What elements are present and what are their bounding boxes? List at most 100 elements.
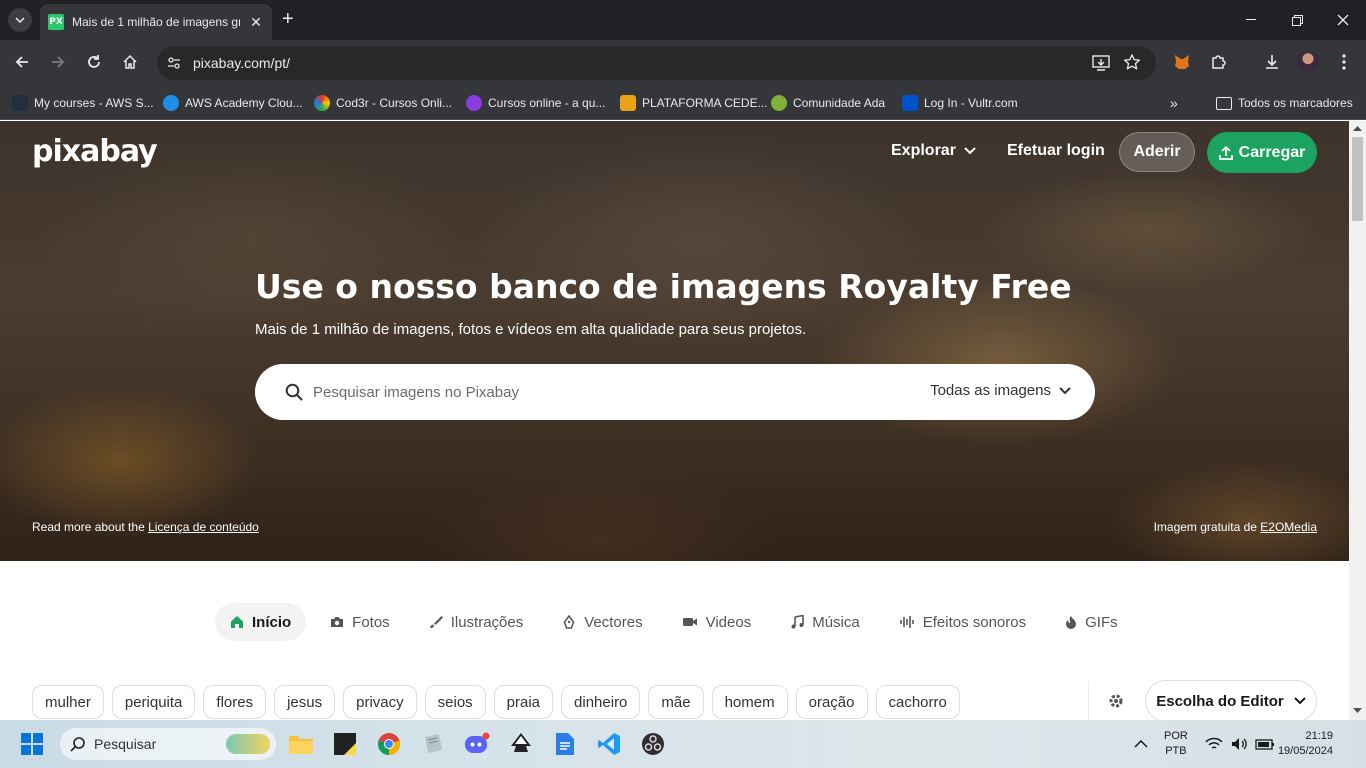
- upload-label: Carregar: [1238, 143, 1306, 161]
- tab-label: Fotos: [352, 613, 390, 631]
- system-tray[interactable]: [1205, 720, 1275, 768]
- tab-illustrations[interactable]: Ilustrações: [414, 603, 539, 641]
- browser-toolbar: pixabay.com/pt/: [0, 40, 1366, 86]
- tab-search-button[interactable]: [8, 8, 32, 32]
- bookmark-star-icon[interactable]: [1124, 54, 1140, 70]
- close-tab-icon[interactable]: ✕: [248, 14, 264, 31]
- bookmark-item[interactable]: My courses - AWS S...: [12, 93, 154, 113]
- forward-button[interactable]: [44, 48, 72, 76]
- scrollbar-thumb[interactable]: [1352, 137, 1363, 221]
- scroll-up-icon[interactable]: [1353, 125, 1362, 131]
- input-language[interactable]: POR PTB: [1164, 720, 1188, 768]
- volume-icon: [1232, 738, 1247, 750]
- bookmark-item[interactable]: Comunidade Ada: [771, 93, 885, 113]
- tab-home[interactable]: Início: [215, 603, 307, 641]
- category-tabs: Início Fotos Ilustrações Vectores Videos…: [215, 603, 1142, 641]
- credit-link[interactable]: E2OMedia: [1260, 520, 1317, 534]
- license-prefix: Read more about the: [32, 520, 145, 534]
- tag-chip[interactable]: periquita: [111, 685, 196, 719]
- scroll-down-icon[interactable]: [1353, 708, 1362, 714]
- minimize-button[interactable]: [1228, 0, 1274, 40]
- join-button[interactable]: Aderir: [1119, 132, 1195, 172]
- page-scrollbar[interactable]: [1349, 121, 1366, 720]
- menu-button[interactable]: [1330, 48, 1358, 76]
- image-type-label: Todas as imagens: [930, 382, 1051, 399]
- restore-button[interactable]: [1274, 0, 1320, 40]
- license-link[interactable]: Licença de conteúdo: [148, 520, 259, 534]
- tag-chip[interactable]: homem: [711, 685, 788, 719]
- home-button[interactable]: [116, 48, 144, 76]
- install-app-icon[interactable]: [1092, 55, 1110, 71]
- all-bookmarks-button[interactable]: Todos os marcadores: [1216, 93, 1353, 113]
- tab-videos[interactable]: Videos: [667, 603, 767, 641]
- inkscape-app[interactable]: [505, 728, 537, 760]
- bookmark-label: AWS Academy Clou...: [185, 96, 303, 110]
- tag-chip[interactable]: praia: [493, 685, 554, 719]
- extensions-button[interactable]: [1205, 48, 1233, 76]
- bookmark-item[interactable]: Cursos online - a qu...: [466, 93, 605, 113]
- file-explorer-app[interactable]: [285, 728, 317, 760]
- video-icon: [682, 618, 697, 626]
- profile-button[interactable]: [1294, 48, 1322, 76]
- note-icon: [334, 733, 356, 755]
- tag-chip[interactable]: mulher: [32, 685, 104, 719]
- cedet-icon: [620, 95, 636, 111]
- clock-date: 19/05/2024: [1277, 745, 1333, 757]
- tag-chip[interactable]: oração: [795, 685, 868, 719]
- downloads-button[interactable]: [1258, 48, 1286, 76]
- vscode-app[interactable]: [593, 728, 625, 760]
- reload-button[interactable]: [80, 48, 108, 76]
- tag-chip[interactable]: privacy: [343, 685, 417, 719]
- bookmark-item[interactable]: Log In - Vultr.com: [902, 93, 1018, 113]
- sticky-notes-app[interactable]: [329, 728, 361, 760]
- clock[interactable]: 21:19 19/05/2024: [1278, 720, 1333, 768]
- close-window-button[interactable]: [1320, 0, 1366, 40]
- avatar: [1297, 51, 1319, 73]
- tab-sound-effects[interactable]: Efeitos sonoros: [884, 603, 1041, 641]
- obs-app[interactable]: [637, 728, 669, 760]
- search-bar: Todas as imagens: [255, 364, 1095, 420]
- tag-chip[interactable]: flores: [203, 685, 267, 719]
- tab-music[interactable]: Música: [775, 603, 875, 641]
- back-button[interactable]: [8, 48, 36, 76]
- tab-vectors[interactable]: Vectores: [547, 603, 657, 641]
- metamask-extension-button[interactable]: [1168, 48, 1196, 76]
- new-tab-button[interactable]: +: [282, 9, 294, 29]
- gear-icon[interactable]: [1108, 693, 1124, 709]
- more-bookmarks-button[interactable]: »: [1170, 93, 1178, 113]
- start-button[interactable]: [16, 728, 48, 760]
- login-link[interactable]: Efetuar login: [1007, 142, 1105, 160]
- search-icon: [285, 383, 303, 401]
- explore-menu[interactable]: Explorar: [891, 142, 976, 160]
- tag-chip[interactable]: jesus: [274, 685, 336, 719]
- more-vert-icon: [1342, 54, 1346, 70]
- tab-gifs[interactable]: GIFs: [1050, 603, 1133, 641]
- tag-chip[interactable]: cachorro: [875, 685, 960, 719]
- pixabay-logo[interactable]: pixabay: [32, 134, 158, 169]
- chrome-app[interactable]: [373, 728, 405, 760]
- hero-title: Use o nosso banco de imagens Royalty Fre…: [255, 267, 1072, 306]
- taskbar-search[interactable]: Pesquisar: [60, 728, 276, 760]
- hero-subtitle: Mais de 1 milhão de imagens, fotos e víd…: [255, 321, 807, 338]
- cloud-icon: [163, 95, 179, 111]
- double-chevron-right-icon: »: [1170, 95, 1178, 111]
- sort-dropdown[interactable]: Escolha do Editor: [1145, 680, 1317, 720]
- notepad-app[interactable]: [417, 728, 449, 760]
- browser-tab-active[interactable]: PX Mais de 1 milhão de imagens gr ✕: [40, 4, 272, 40]
- tag-chip[interactable]: seios: [424, 685, 486, 719]
- bookmark-item[interactable]: AWS Academy Clou...: [163, 93, 303, 113]
- upload-button[interactable]: Carregar: [1207, 132, 1317, 173]
- tag-chip[interactable]: dinheiro: [561, 685, 641, 719]
- show-hidden-icons-button[interactable]: [1134, 720, 1148, 768]
- site-info-icon[interactable]: [167, 56, 181, 70]
- docs-app[interactable]: [549, 728, 581, 760]
- search-input[interactable]: [313, 374, 893, 410]
- discord-app[interactable]: [461, 728, 493, 760]
- image-type-dropdown[interactable]: Todas as imagens: [930, 382, 1071, 399]
- bookmarks-bar: My courses - AWS S... AWS Academy Clou..…: [0, 86, 1366, 120]
- tab-photos[interactable]: Fotos: [315, 603, 405, 641]
- bookmark-item[interactable]: PLATAFORMA CEDE...: [620, 93, 768, 113]
- tag-chip[interactable]: mãe: [648, 685, 704, 719]
- bookmark-item[interactable]: Cod3r - Cursos Onli...: [314, 93, 452, 113]
- address-bar[interactable]: pixabay.com/pt/: [157, 46, 1156, 80]
